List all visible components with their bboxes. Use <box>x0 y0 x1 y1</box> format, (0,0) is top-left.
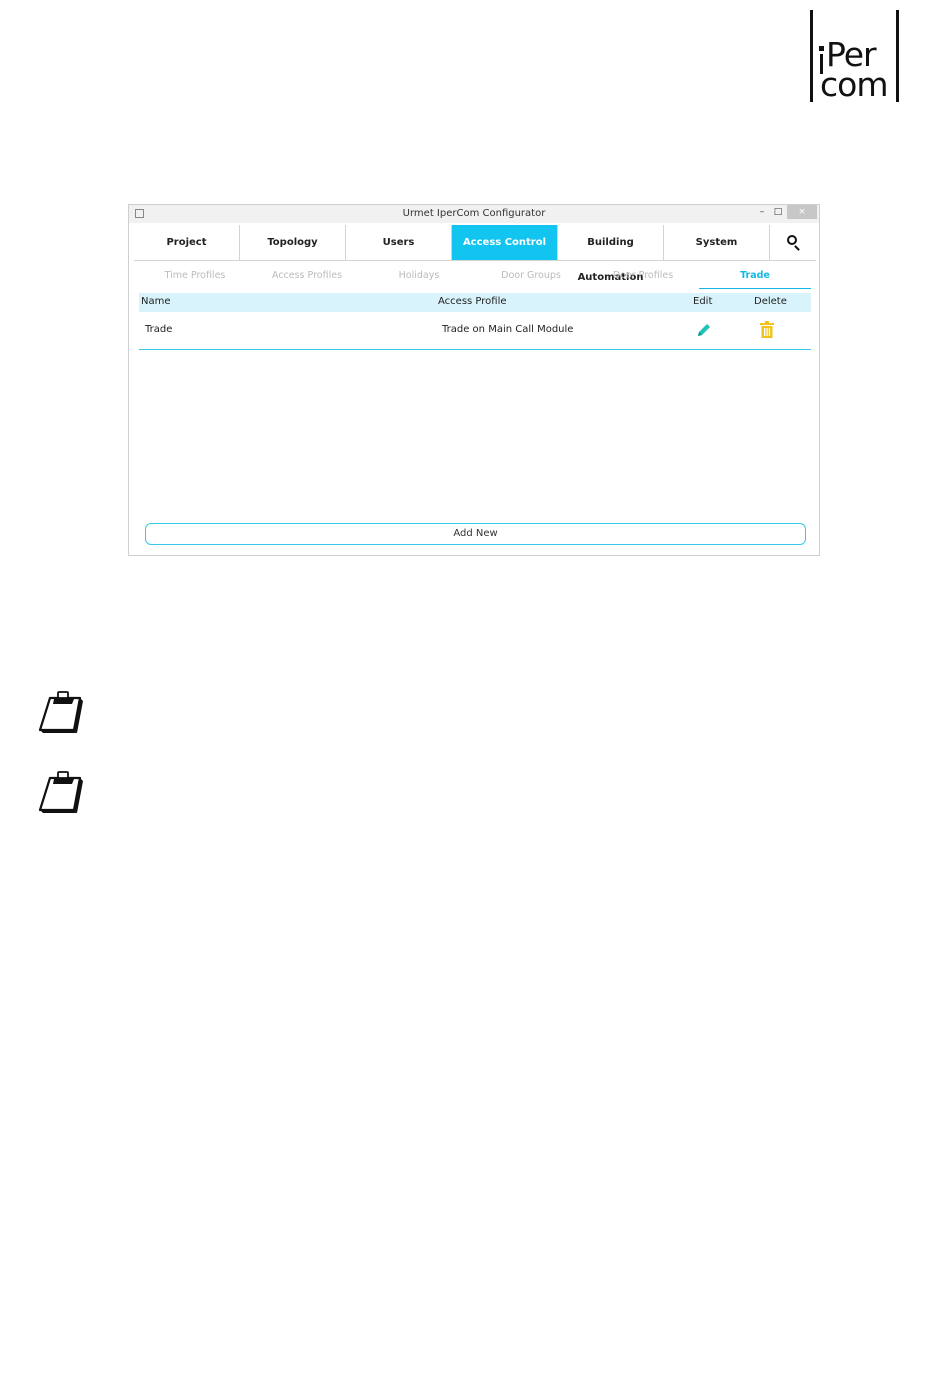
table-header: Name Access Profile Edit Delete <box>139 293 811 312</box>
ipercom-logo: Per com <box>808 10 902 104</box>
clipboard-note-icon <box>38 691 83 733</box>
window-title: Urmet IperCom Configurator <box>402 208 546 219</box>
tab-topology[interactable]: Topology <box>240 225 346 260</box>
title-bar: Urmet IperCom Configurator – □ × <box>129 205 819 223</box>
tab-system[interactable]: System <box>664 225 770 260</box>
configurator-window: Urmet IperCom Configurator – □ × Project… <box>128 204 820 556</box>
subtab-trade[interactable]: Trade <box>699 267 811 289</box>
tab-project[interactable]: Project <box>134 225 240 260</box>
close-button[interactable]: × <box>787 205 817 219</box>
maximize-button[interactable]: □ <box>771 205 785 219</box>
add-new-button[interactable]: Add New <box>145 523 806 545</box>
cell-name: Trade <box>145 324 173 335</box>
column-header-delete: Delete <box>754 296 787 307</box>
table-row[interactable]: Trade Trade on Main Call Module <box>139 316 811 350</box>
subtab-holidays[interactable]: Holidays <box>363 267 475 289</box>
subtab-door-profiles[interactable]: Door Profiles <box>587 267 699 289</box>
tab-users[interactable]: Users <box>346 225 452 260</box>
pencil-icon[interactable] <box>695 321 713 339</box>
search-button[interactable] <box>770 225 816 260</box>
minimize-button[interactable]: – <box>755 205 769 219</box>
tab-access-control[interactable]: Access Control <box>452 225 558 260</box>
sub-tab-bar: Time Profiles Access Profiles Holidays D… <box>139 267 811 289</box>
search-icon <box>787 235 797 245</box>
column-header-name: Name <box>141 296 171 307</box>
subtab-door-groups[interactable]: Door Groups <box>475 267 587 289</box>
subtab-time-profiles[interactable]: Time Profiles <box>139 267 251 289</box>
main-tab-bar: Project Topology Users Access Control Bu… <box>134 225 816 283</box>
tab-building-automation[interactable]: Building Automation <box>558 225 664 283</box>
column-header-access-profile: Access Profile <box>438 296 507 307</box>
column-header-edit: Edit <box>693 296 713 307</box>
cell-access-profile: Trade on Main Call Module <box>442 324 574 335</box>
trash-icon[interactable] <box>759 321 775 339</box>
clipboard-note-icon <box>38 771 83 813</box>
subtab-access-profiles[interactable]: Access Profiles <box>251 267 363 289</box>
logo-text-com: com <box>820 65 888 104</box>
